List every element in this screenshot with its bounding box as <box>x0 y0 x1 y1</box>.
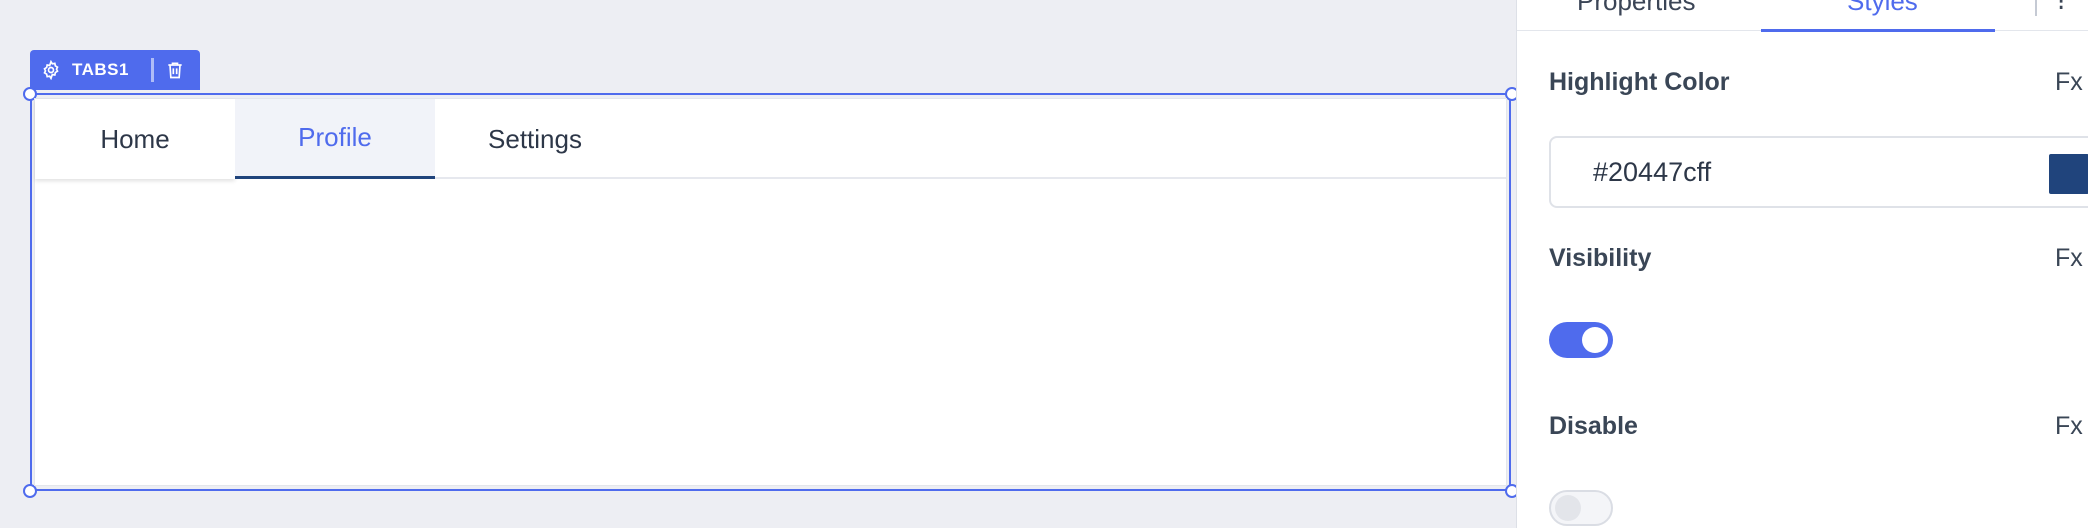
highlight-color-fx-button[interactable]: Fx <box>2055 68 2083 97</box>
visibility-toggle[interactable] <box>1549 322 1613 358</box>
panel-tabs: Properties Styles ⁝ <box>1517 0 2088 32</box>
properties-panel: Properties Styles ⁝ Highlight Color Fx #… <box>1516 0 2088 528</box>
active-tab-indicator <box>1761 29 1995 32</box>
tab-label: Profile <box>298 122 372 152</box>
tab-styles[interactable]: Styles <box>1847 0 1918 17</box>
tab-bar: Home Profile Settings <box>35 99 1506 179</box>
disable-fx-button[interactable]: Fx <box>2055 412 2083 441</box>
toggle-knob <box>1555 495 1581 521</box>
tab-label: Home <box>100 123 170 154</box>
toolbar-divider <box>150 58 154 82</box>
highlight-color-value: #20447cff <box>1593 156 1712 187</box>
toggle-knob <box>1582 327 1608 353</box>
tab-label: Settings <box>488 123 582 154</box>
disable-toggle[interactable] <box>1549 490 1613 526</box>
highlight-color-input[interactable]: #20447cff <box>1549 136 2088 208</box>
tab-settings[interactable]: Settings <box>435 99 635 179</box>
disable-label: Disable <box>1549 412 1638 440</box>
widget-name: TABS1 <box>72 60 129 79</box>
tab-properties[interactable]: Properties <box>1577 0 1696 17</box>
visibility-label: Visibility <box>1549 244 1652 272</box>
canvas: TABS1 Home Profile Settings <box>0 0 1519 528</box>
tab-home[interactable]: Home <box>35 99 235 179</box>
trash-icon[interactable] <box>164 59 186 81</box>
highlight-color-label: Highlight Color <box>1549 68 1730 96</box>
panel-menu-icon[interactable]: ⁝ <box>2057 0 2065 17</box>
gear-icon[interactable] <box>40 59 62 81</box>
tab-profile[interactable]: Profile <box>235 99 435 179</box>
panel-tab-divider <box>2035 0 2037 16</box>
color-swatch[interactable] <box>2049 154 2088 194</box>
widget-toolbar[interactable]: TABS1 <box>30 50 200 90</box>
visibility-fx-button[interactable]: Fx <box>2055 244 2083 273</box>
tabs-widget: Home Profile Settings <box>34 98 1507 486</box>
resize-handle-bottom-left[interactable] <box>23 484 37 498</box>
